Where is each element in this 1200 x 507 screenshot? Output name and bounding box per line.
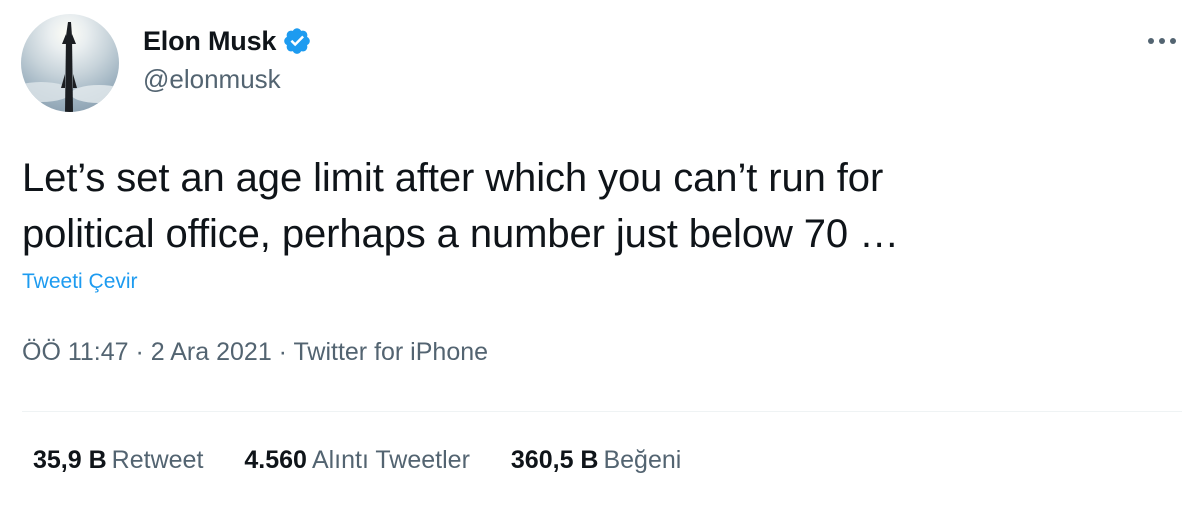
tweet-text-line-2: political office, perhaps a number just … xyxy=(22,212,899,256)
tweet-text-line-1: Let’s set an age limit after which you c… xyxy=(22,156,884,200)
tweet-meta: ÖÖ 11:47 · 2 Ara 2021 · Twitter for iPho… xyxy=(22,338,488,367)
retweet-count-value: 35,9 B xyxy=(33,446,107,474)
more-options-button[interactable] xyxy=(1142,26,1182,56)
retweet-count-label: Retweet xyxy=(111,446,204,474)
tweet-author: Elon Musk @elonmusk xyxy=(143,24,312,95)
tweet-text: Let’s set an age limit after which you c… xyxy=(22,150,1172,262)
display-name[interactable]: Elon Musk xyxy=(143,26,276,57)
meta-separator: · xyxy=(278,338,287,366)
avatar[interactable] xyxy=(21,14,119,112)
tweet-card: Elon Musk @elonmusk Let’s set an age lim… xyxy=(0,0,1200,507)
quote-tweet-count[interactable]: 4.560 Alıntı Tweetler xyxy=(244,446,470,475)
tweet-source[interactable]: Twitter for iPhone xyxy=(294,338,489,366)
quote-tweet-count-label: Alıntı Tweetler xyxy=(311,446,470,474)
tweet-stats: 35,9 B Retweet 4.560 Alıntı Tweetler 360,5… xyxy=(33,446,722,475)
name-row: Elon Musk xyxy=(143,24,312,58)
more-horizontal-icon xyxy=(1148,38,1176,44)
divider xyxy=(22,411,1182,412)
like-count[interactable]: 360,5 B Beğeni xyxy=(511,446,681,475)
like-count-label: Beğeni xyxy=(603,446,682,474)
user-handle[interactable]: @elonmusk xyxy=(143,64,312,95)
quote-tweet-count-value: 4.560 xyxy=(244,446,307,474)
starship-avatar-image xyxy=(21,22,119,112)
tweet-time[interactable]: ÖÖ 11:47 xyxy=(22,338,129,366)
retweet-count[interactable]: 35,9 B Retweet xyxy=(33,446,203,475)
like-count-value: 360,5 B xyxy=(510,446,599,474)
meta-separator: · xyxy=(135,338,144,366)
tweet-date[interactable]: 2 Ara 2021 xyxy=(151,338,272,366)
verified-badge-icon xyxy=(284,28,311,54)
translate-tweet-link[interactable]: Tweeti Çevir xyxy=(22,270,138,294)
